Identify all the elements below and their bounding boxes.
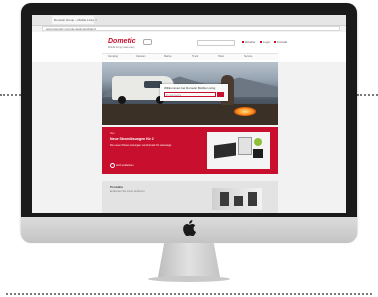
section-title: Produkte xyxy=(110,185,124,189)
dometic-logo[interactable]: Dometic xyxy=(108,38,136,45)
hero-search-title: Willkommen bei Dometic Mobile Living xyxy=(164,86,216,90)
nav-item-caravan[interactable]: Caravan xyxy=(136,55,145,58)
section-device xyxy=(234,196,243,206)
hero-search-input[interactable]: Produktsuche xyxy=(164,92,216,97)
header-link-contact[interactable]: Kontakt xyxy=(274,40,287,44)
header-search-input[interactable] xyxy=(197,40,235,46)
nav-item-service[interactable]: Service xyxy=(244,55,252,58)
product-section: Produkte Entdecken Sie unser Sortiment xyxy=(102,181,278,213)
promo-label: Neu xyxy=(110,132,115,135)
arrow-circle-icon xyxy=(110,163,115,168)
link-bullet-icon xyxy=(242,41,244,43)
section-device xyxy=(220,192,229,206)
nav-item-hotel[interactable]: Hotel xyxy=(218,55,224,58)
logo-tagline: Mobile living made easy xyxy=(108,46,135,49)
promo-text: Die neuen Power-Lösungen von Dometic für… xyxy=(110,144,172,147)
promo-title: Neue Stromlösungen für 2 xyxy=(110,137,154,141)
power-station-device xyxy=(214,142,236,159)
battery-device xyxy=(238,137,252,155)
section-image xyxy=(212,188,262,210)
promo-banner: Neu Neue Stromlösungen für 2 Die neuen P… xyxy=(102,127,278,174)
header-link-login[interactable]: Login xyxy=(260,40,270,44)
link-bullet-icon xyxy=(274,41,276,43)
hero-banner: Willkommen bei Dometic Mobile Living Pro… xyxy=(102,62,278,125)
section-device xyxy=(248,192,257,206)
link-bullet-icon xyxy=(260,41,262,43)
apple-logo-icon xyxy=(183,220,196,236)
logo-emblem-icon xyxy=(143,39,152,45)
right-dotted-divider xyxy=(357,94,378,96)
browser-tab[interactable]: Dometic Group – Mobile Living xyxy=(52,16,94,24)
green-accessory xyxy=(254,138,262,146)
charger-device xyxy=(253,149,263,158)
nav-item-marine[interactable]: Marine xyxy=(164,55,172,58)
nav-item-truck[interactable]: Truck xyxy=(192,55,198,58)
promo-product-image xyxy=(207,132,270,169)
camper-wheel xyxy=(118,96,126,104)
left-dotted-divider xyxy=(0,94,21,96)
imac-stand xyxy=(158,243,220,277)
screen: Dometic Group – Mobile Living × www.dome… xyxy=(32,15,346,213)
browser-tabbar: Dometic Group – Mobile Living × xyxy=(32,15,346,26)
campfire xyxy=(234,107,256,116)
section-text: Entdecken Sie unser Sortiment xyxy=(110,190,145,193)
close-tab-icon[interactable]: × xyxy=(95,17,97,22)
hero-search-panel: Willkommen bei Dometic Mobile Living Pro… xyxy=(160,84,228,101)
carousel-dots[interactable] xyxy=(219,177,229,190)
promo-cta-link[interactable]: Jetzt entdecken xyxy=(110,163,134,168)
imac-stand-base xyxy=(148,276,230,282)
address-bar[interactable]: www.dometic.com/de-de/deutschland xyxy=(42,26,340,31)
nav-item-camping[interactable]: Camping xyxy=(108,55,118,58)
bottom-dotted-divider xyxy=(6,293,372,295)
search-button[interactable] xyxy=(217,92,224,97)
header-link-dealers[interactable]: Händler xyxy=(242,40,256,44)
main-nav: Camping Caravan Marine Truck Hotel Servi… xyxy=(102,53,278,60)
